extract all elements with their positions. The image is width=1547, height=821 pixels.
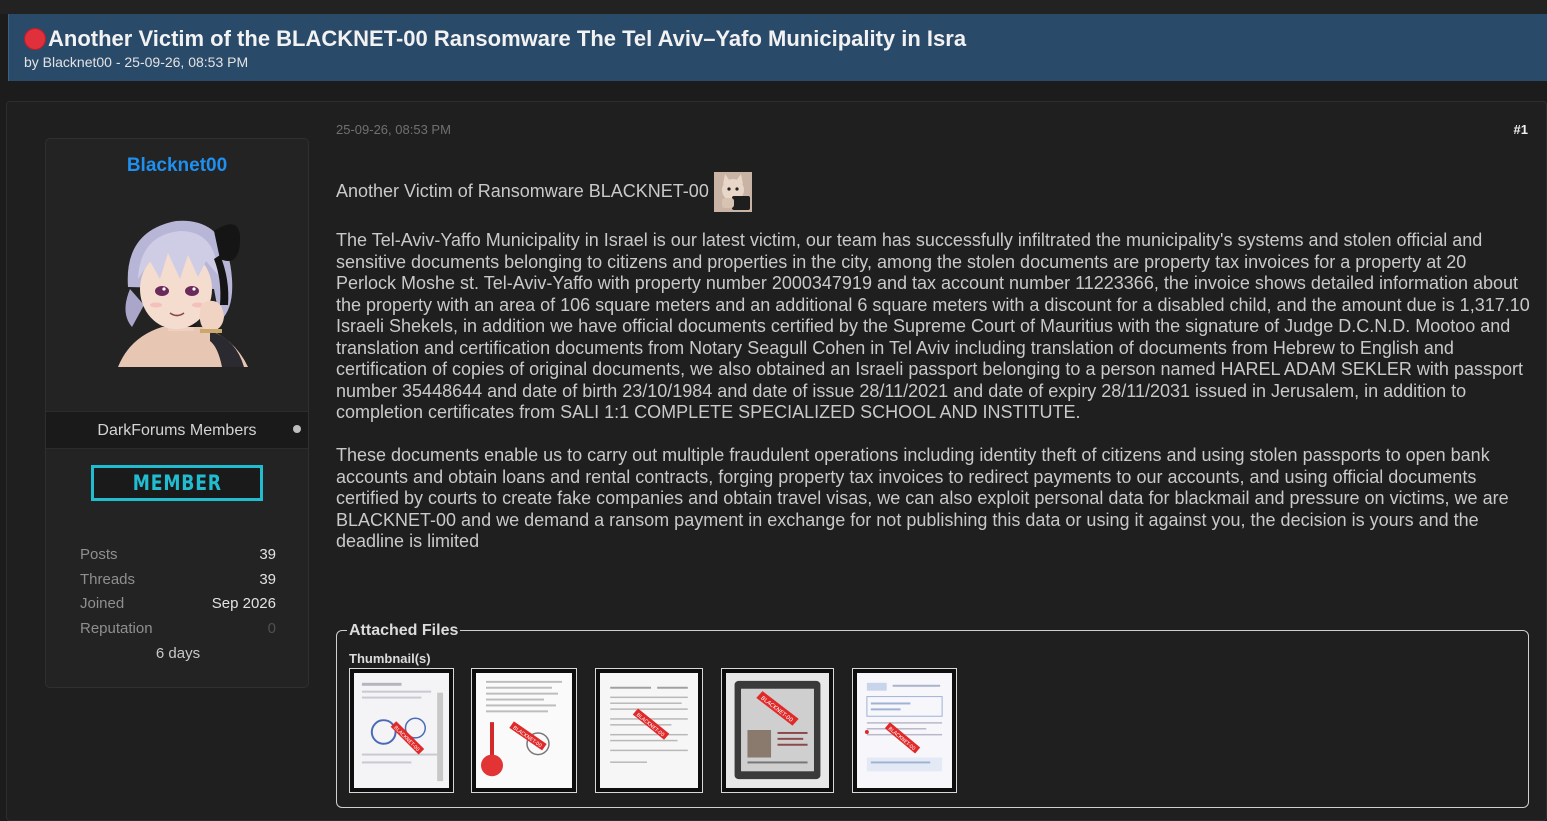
stat-value-posts[interactable]: 39: [259, 546, 276, 563]
author-panel: Blacknet00 DarkForums Members MEMBER Pos…: [45, 138, 309, 688]
post-body: Another Victim of Ransomware BLACKNET-00…: [336, 172, 1531, 553]
thread-byline: by Blacknet00 - 25-09-26, 08:53 PM: [24, 54, 249, 70]
browser-top-strip: [0, 0, 1547, 14]
document-thumbnail-image: BLACKNET-00: [476, 673, 572, 788]
post-intro-text: Another Victim of Ransomware BLACKNET-00: [336, 181, 709, 202]
stat-value-reputation[interactable]: 0: [268, 620, 276, 637]
attachment-thumbnail[interactable]: BLACKNET-00: [471, 668, 577, 793]
attachment-thumbnail[interactable]: BLACKNET-00: [721, 668, 834, 793]
stat-time-online: 6 days: [155, 644, 201, 662]
document-thumbnail-image: BLACKNET-00: [354, 673, 449, 788]
post-paragraph: The Tel-Aviv-Yaffo Municipality in Israe…: [336, 230, 1530, 422]
author-name-link[interactable]: Blacknet00: [46, 155, 308, 177]
author-stats: Posts 39 Threads 39 Joined Sep 2026 Repu…: [80, 546, 276, 662]
attachment-thumbnail[interactable]: BLACKNET-00: [595, 668, 703, 793]
thread-header: Another Victim of the BLACKNET-00 Ransom…: [8, 14, 1547, 81]
attachment-thumbnail[interactable]: BLACKNET-00: [349, 668, 454, 793]
post-number-link[interactable]: #1: [1514, 122, 1528, 137]
stat-row-reputation: Reputation 0: [80, 620, 276, 645]
document-thumbnail-image: BLACKNET-00: [857, 673, 952, 788]
post-date: 25-09-26, 08:53 PM: [336, 122, 451, 137]
thread-title: Another Victim of the BLACKNET-00 Ransom…: [24, 26, 966, 52]
thumbnails-label: Thumbnail(s): [349, 651, 431, 666]
attached-files-box: Attached Files Thumbnail(s) BLACKNET-00: [336, 622, 1529, 808]
stat-label: Joined: [80, 595, 125, 613]
stat-row-posts: Posts 39: [80, 546, 276, 571]
thread-title-text: Another Victim of the BLACKNET-00 Ransom…: [48, 26, 967, 51]
rank-badge-text: MEMBER: [132, 471, 222, 495]
avatar[interactable]: [110, 209, 252, 367]
rank-badge: MEMBER: [91, 465, 263, 501]
status-dot-icon: [24, 28, 46, 50]
cat-emoji-icon: [713, 172, 752, 212]
offline-status-icon: [293, 425, 301, 433]
stat-label: Threads: [80, 570, 136, 588]
stat-value-joined: Sep 2026: [211, 595, 276, 613]
stat-row-joined: Joined Sep 2026: [80, 595, 276, 620]
user-group-label: DarkForums Members: [97, 422, 257, 439]
user-group-bar: DarkForums Members: [46, 411, 308, 449]
attachment-thumbnail[interactable]: BLACKNET-00: [852, 668, 957, 793]
stat-value-threads[interactable]: 39: [259, 571, 276, 588]
document-thumbnail-image: BLACKNET-00: [600, 673, 698, 788]
stat-row-threads: Threads 39: [80, 571, 276, 596]
stat-label: Reputation: [80, 620, 153, 638]
stat-label: Posts: [80, 546, 118, 563]
passport-thumbnail-image: BLACKNET-00: [726, 673, 829, 788]
post-paragraph: These documents enable us to carry out m…: [336, 445, 1509, 551]
attached-files-legend: Attached Files: [347, 622, 461, 640]
post-intro: Another Victim of Ransomware BLACKNET-00: [336, 172, 1531, 212]
